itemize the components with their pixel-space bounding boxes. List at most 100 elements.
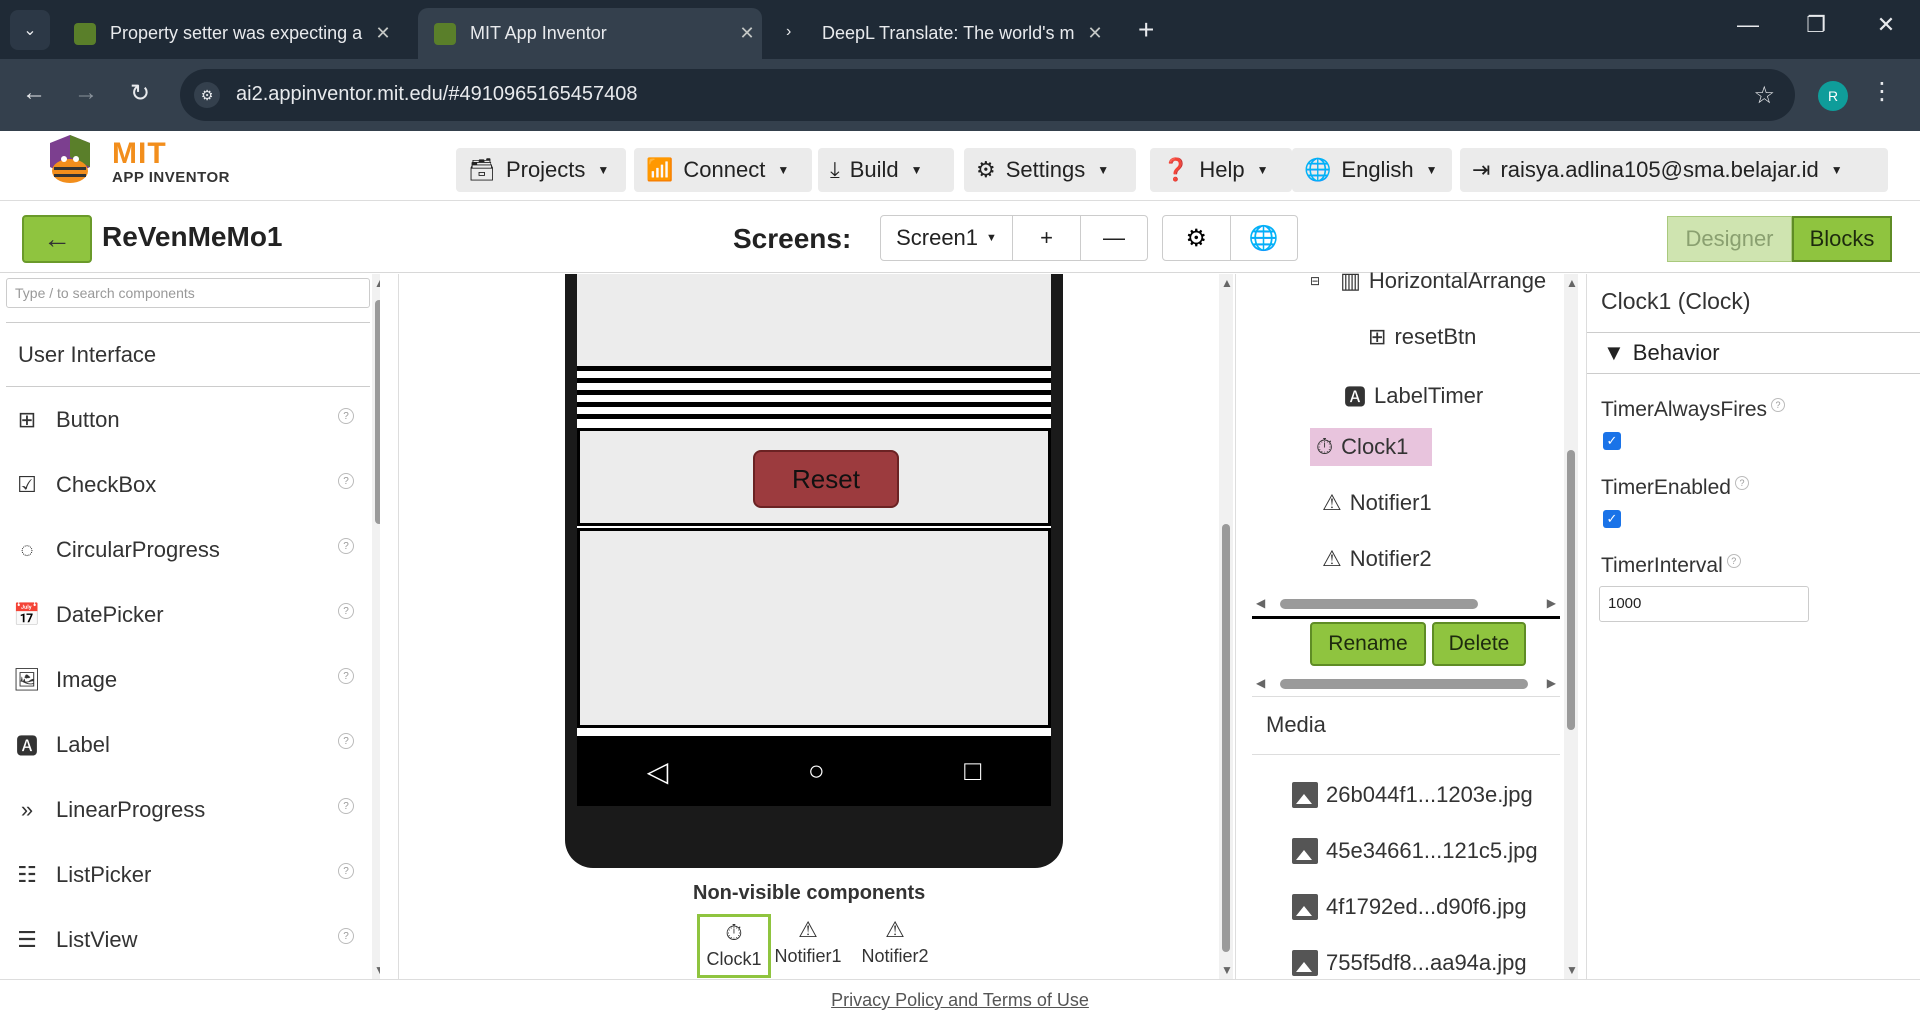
account-menu[interactable]: ⇥ raisya.adlina105@sma.belajar.id ▼ — [1460, 148, 1888, 192]
browser-tab-deepl[interactable]: › DeepL Translate: The world's m ✕ — [770, 8, 1110, 59]
tree-node-resetbtn[interactable]: ⊞ resetBtn — [1368, 324, 1476, 350]
remove-screen-button[interactable]: — — [1081, 216, 1147, 260]
tree-scrollbar[interactable]: ▲ ▼ — [1564, 274, 1578, 979]
restore-window-icon[interactable]: ❐ — [1796, 12, 1836, 38]
tree-lower-horizontal-scrollbar[interactable]: ◀ ▶ — [1256, 676, 1556, 690]
close-tab-icon[interactable]: ✕ — [732, 23, 762, 44]
nonvisible-clock1[interactable]: ⏱ Clock1 — [697, 914, 771, 978]
scroll-up-icon[interactable]: ▲ — [374, 276, 380, 290]
settings-menu[interactable]: ⚙ Settings ▼ — [964, 148, 1136, 192]
scroll-down-icon[interactable]: ▼ — [1221, 963, 1233, 977]
scrollbar-thumb[interactable] — [1222, 524, 1230, 952]
collapse-toggle-icon[interactable]: ⊟ — [1310, 274, 1320, 288]
help-icon[interactable]: ? — [338, 538, 354, 554]
language-menu[interactable]: 🌐 English ▼ — [1292, 148, 1452, 192]
build-menu[interactable]: ⤓ Build ▼ — [818, 148, 954, 192]
tree-node-labeltimer[interactable]: 🅰 LabelTimer — [1344, 380, 1483, 412]
palette-item-image[interactable]: 🖼 Image? — [12, 660, 362, 700]
palette-scrollbar[interactable]: ▲ ▼ — [372, 274, 380, 979]
palette-item-button[interactable]: ⊞ Button? — [12, 400, 362, 440]
browser-menu-icon[interactable]: ⋮ — [1870, 77, 1894, 106]
connect-menu[interactable]: 📶 Connect ▼ — [634, 148, 812, 192]
screen-select[interactable]: Screen1 ▼ — [881, 216, 1013, 260]
rename-button[interactable]: Rename — [1310, 622, 1426, 666]
back-arrow-icon[interactable]: ← — [14, 79, 54, 107]
scroll-right-icon[interactable]: ▶ — [1547, 596, 1556, 610]
help-icon[interactable]: ? — [338, 603, 354, 619]
tree-node-horizontalarrangement[interactable]: ⊟ ▥ HorizontalArrange — [1310, 268, 1546, 294]
scrollbar-thumb[interactable] — [1280, 599, 1478, 609]
profile-avatar[interactable]: R — [1818, 81, 1848, 111]
browser-tab-property-setter[interactable]: Property setter was expecting a ✕ — [58, 8, 398, 59]
bookmark-star-icon[interactable]: ☆ — [1753, 81, 1775, 110]
scroll-down-icon[interactable]: ▼ — [374, 963, 380, 977]
tree-node-notifier2[interactable]: ⚠ Notifier2 — [1322, 546, 1432, 572]
url-text[interactable]: ai2.appinventor.mit.edu/#491096516545740… — [236, 83, 637, 106]
viewer-scrollbar[interactable]: ▲ ▼ — [1219, 274, 1233, 979]
scroll-up-icon[interactable]: ▲ — [1566, 276, 1578, 290]
projects-menu[interactable]: 🗃 Projects ▼ — [456, 148, 626, 192]
back-to-projects-button[interactable]: ← — [22, 215, 92, 263]
publish-button[interactable]: 🌐 — [1231, 216, 1298, 260]
timerinterval-input[interactable]: 1000 — [1599, 586, 1809, 622]
tree-node-clock1[interactable]: ⏱ Clock1 — [1310, 428, 1432, 466]
help-icon[interactable]: ? — [1734, 476, 1749, 490]
reload-icon[interactable]: ↻ — [120, 79, 160, 108]
scrollbar-thumb[interactable] — [1567, 450, 1575, 730]
help-icon[interactable]: ? — [338, 733, 354, 749]
scroll-left-icon[interactable]: ◀ — [1256, 676, 1265, 690]
help-icon[interactable]: ? — [338, 798, 354, 814]
add-screen-button[interactable]: + — [1013, 216, 1081, 260]
palette-item-listpicker[interactable]: ☷ ListPicker? — [12, 855, 362, 895]
palette-item-linearprogress[interactable]: » LinearProgress? — [12, 790, 362, 830]
address-bar[interactable]: ⚙ ai2.appinventor.mit.edu/#4910965165457… — [180, 69, 1795, 121]
project-properties-button[interactable]: ⚙ — [1163, 216, 1231, 260]
browser-tab-mit-app-inventor[interactable]: MIT App Inventor ✕ — [418, 8, 762, 59]
help-icon[interactable]: ? — [1726, 554, 1741, 568]
palette-category-user-interface[interactable]: User Interface — [18, 342, 156, 368]
site-settings-icon[interactable]: ⚙ — [194, 82, 220, 108]
reset-button[interactable]: Reset — [753, 450, 899, 508]
close-window-icon[interactable]: ✕ — [1866, 12, 1906, 38]
scroll-down-icon[interactable]: ▼ — [1566, 963, 1578, 977]
media-item[interactable]: 4f1792ed...d90f6.jpg — [1292, 894, 1527, 920]
help-menu[interactable]: ❓ Help ▼ — [1150, 148, 1292, 192]
tree-node-notifier1[interactable]: ⚠ Notifier1 — [1322, 490, 1432, 516]
palette-item-label[interactable]: 🅰 Label? — [12, 725, 362, 765]
media-item[interactable]: 755f5df8...aa94a.jpg — [1292, 950, 1527, 976]
scrollbar-thumb[interactable] — [375, 300, 380, 524]
nonvisible-notifier2[interactable]: ⚠ Notifier2 — [853, 914, 937, 978]
delete-button[interactable]: Delete — [1432, 622, 1526, 666]
scroll-right-icon[interactable]: ▶ — [1547, 676, 1556, 690]
palette-item-circularprogress[interactable]: ◌ CircularProgress? — [12, 530, 362, 570]
help-icon[interactable]: ? — [338, 473, 354, 489]
privacy-policy-link[interactable]: Privacy Policy and Terms of Use — [831, 990, 1089, 1010]
scroll-left-icon[interactable]: ◀ — [1256, 596, 1265, 610]
media-item[interactable]: 45e34661...121c5.jpg — [1292, 838, 1538, 864]
tree-horizontal-scrollbar[interactable]: ◀ ▶ — [1256, 596, 1556, 610]
help-icon[interactable]: ? — [338, 408, 354, 424]
tab-search-chevron-icon[interactable]: ⌄ — [10, 10, 50, 50]
scrollbar-thumb[interactable] — [1280, 679, 1528, 689]
timerenabled-checkbox[interactable]: ✓ — [1603, 510, 1621, 528]
help-icon[interactable]: ? — [338, 928, 354, 944]
help-icon[interactable]: ? — [338, 668, 354, 684]
scroll-up-icon[interactable]: ▲ — [1221, 276, 1233, 290]
timeralwaysfires-checkbox[interactable]: ✓ — [1603, 432, 1621, 450]
palette-item-checkbox[interactable]: ☑ CheckBox? — [12, 465, 362, 505]
close-tab-icon[interactable]: ✕ — [368, 23, 398, 44]
new-tab-plus-icon[interactable]: + — [1138, 14, 1154, 46]
forward-arrow-icon[interactable]: → — [66, 79, 106, 107]
blocks-toggle-button[interactable]: Blocks — [1792, 216, 1892, 262]
close-tab-icon[interactable]: ✕ — [1080, 23, 1110, 44]
designer-toggle-button[interactable]: Designer — [1667, 216, 1792, 262]
minimize-window-icon[interactable]: — — [1728, 12, 1768, 38]
behavior-section-header[interactable]: ▼ Behavior — [1587, 332, 1920, 374]
media-item[interactable]: 26b044f1...1203e.jpg — [1292, 782, 1533, 808]
component-search-input[interactable]: Type / to search components — [6, 278, 370, 308]
help-icon[interactable]: ? — [338, 863, 354, 879]
palette-item-datepicker[interactable]: 📅 DatePicker? — [12, 595, 362, 635]
palette-item-listview[interactable]: ☰ ListView? — [12, 920, 362, 960]
nonvisible-notifier1[interactable]: ⚠ Notifier1 — [771, 914, 845, 978]
help-icon[interactable]: ? — [1771, 398, 1786, 412]
